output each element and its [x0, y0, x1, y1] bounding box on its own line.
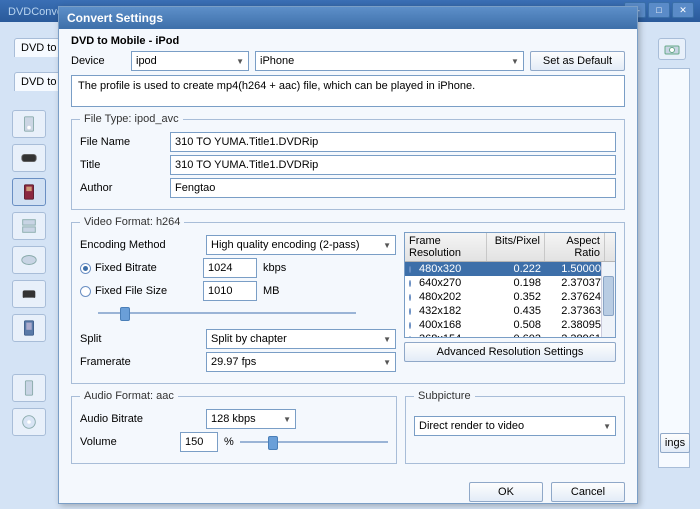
right-panel — [658, 68, 690, 468]
device-label: Device — [71, 55, 131, 67]
audio-group: Audio Format: aac Audio Bitrate128 kbps▼… — [71, 390, 397, 464]
audio-bitrate-label: Audio Bitrate — [80, 413, 206, 425]
rail-psp-icon[interactable] — [12, 144, 46, 172]
audio-legend: Audio Format: aac — [80, 390, 178, 402]
subpicture-legend: Subpicture — [414, 390, 475, 402]
volume-label: Volume — [80, 436, 180, 448]
chevron-down-icon: ▼ — [283, 415, 291, 424]
filename-label: File Name — [80, 136, 170, 148]
fixed-filesize-radio[interactable] — [80, 286, 91, 297]
chevron-down-icon: ▼ — [603, 422, 611, 431]
bitrate-unit: kbps — [263, 262, 286, 274]
rail-disc-icon[interactable] — [12, 408, 46, 436]
device-select-1[interactable]: ipod▼ — [131, 51, 249, 71]
encoding-label: Encoding Method — [80, 239, 206, 251]
dialog-title: Convert Settings — [59, 7, 637, 29]
audio-bitrate-select[interactable]: 128 kbps▼ — [206, 409, 296, 429]
subpicture-select[interactable]: Direct render to video▼ — [414, 416, 616, 436]
rail-xbox-icon[interactable] — [12, 246, 46, 274]
res-table-header: Frame ResolutionBits/PixelAspect Ratio — [405, 233, 615, 262]
framerate-label: Framerate — [80, 356, 206, 368]
resolution-table: Frame ResolutionBits/PixelAspect Ratio 4… — [404, 232, 616, 338]
device-rail — [12, 110, 52, 436]
res-scrollbar[interactable] — [601, 262, 615, 337]
chevron-down-icon: ▼ — [511, 57, 519, 66]
bitrate-slider[interactable] — [98, 305, 356, 321]
split-select[interactable]: Split by chapter▼ — [206, 329, 396, 349]
snapshot-icon[interactable] — [658, 38, 686, 60]
split-label: Split — [80, 333, 206, 345]
video-legend: Video Format: h264 — [80, 216, 184, 228]
subpicture-group: Subpicture Direct render to video▼ — [405, 390, 625, 464]
ok-button[interactable]: OK — [469, 482, 543, 502]
fixed-bitrate-radio[interactable] — [80, 263, 91, 274]
framerate-select[interactable]: 29.97 fps▼ — [206, 352, 396, 372]
filesize-input[interactable]: 1010 — [203, 281, 257, 301]
rail-ipod-icon[interactable] — [12, 110, 46, 138]
title-label: Title — [80, 159, 170, 171]
video-group: Video Format: h264 Encoding MethodHigh q… — [71, 216, 625, 384]
resolution-row[interactable]: 368x1540.6032.38961 — [405, 332, 615, 337]
rail-pda-icon[interactable] — [12, 314, 46, 342]
close-button[interactable]: ✕ — [672, 2, 694, 18]
rail-phone-icon[interactable] — [12, 374, 46, 402]
right-sidebar — [658, 38, 690, 482]
author-input[interactable]: Fengtao — [170, 178, 616, 198]
fixed-bitrate-label: Fixed Bitrate — [95, 262, 203, 274]
filesize-unit: MB — [263, 285, 280, 297]
convert-settings-dialog: Convert Settings DVD to Mobile - iPod De… — [58, 6, 638, 504]
rail-nds-icon[interactable] — [12, 212, 46, 240]
filename-input[interactable]: 310 TO YUMA.Title1.DVDRip — [170, 132, 616, 152]
volume-input[interactable]: 150 — [180, 432, 218, 452]
profile-description: The profile is used to create mp4(h264 +… — [71, 75, 625, 107]
chevron-down-icon: ▼ — [236, 57, 244, 66]
resolution-row[interactable]: 400x1680.5082.38095 — [405, 318, 615, 332]
resolution-row[interactable]: 640x2700.1982.37037 — [405, 276, 615, 290]
dialog-subtitle: DVD to Mobile - iPod — [59, 29, 637, 49]
resolution-row[interactable]: 480x2020.3522.37624 — [405, 290, 615, 304]
author-label: Author — [80, 182, 170, 194]
cancel-button[interactable]: Cancel — [551, 482, 625, 502]
chevron-down-icon: ▼ — [383, 335, 391, 344]
volume-unit: % — [224, 436, 234, 448]
rail-controller-icon[interactable] — [12, 280, 46, 308]
resolution-row[interactable]: 432x1820.4352.37363 — [405, 304, 615, 318]
filetype-legend: File Type: ipod_avc — [80, 113, 183, 125]
advanced-resolution-button[interactable]: Advanced Resolution Settings — [404, 342, 616, 362]
chevron-down-icon: ▼ — [383, 241, 391, 250]
filetype-group: File Type: ipod_avc File Name310 TO YUMA… — [71, 113, 625, 210]
encoding-select[interactable]: High quality encoding (2-pass)▼ — [206, 235, 396, 255]
chevron-down-icon: ▼ — [383, 358, 391, 367]
volume-slider[interactable] — [240, 434, 388, 450]
title-input[interactable]: 310 TO YUMA.Title1.DVDRip — [170, 155, 616, 175]
maximize-button[interactable]: □ — [648, 2, 670, 18]
fixed-filesize-label: Fixed File Size — [95, 285, 203, 297]
device-select-2[interactable]: iPhone▼ — [255, 51, 524, 71]
set-default-button[interactable]: Set as Default — [530, 51, 625, 71]
bitrate-input[interactable]: 1024 — [203, 258, 257, 278]
settings-button-bg[interactable]: ings — [660, 433, 690, 453]
rail-zune-icon[interactable] — [12, 178, 46, 206]
resolution-row[interactable]: 480x3200.2221.50000 — [405, 262, 615, 276]
